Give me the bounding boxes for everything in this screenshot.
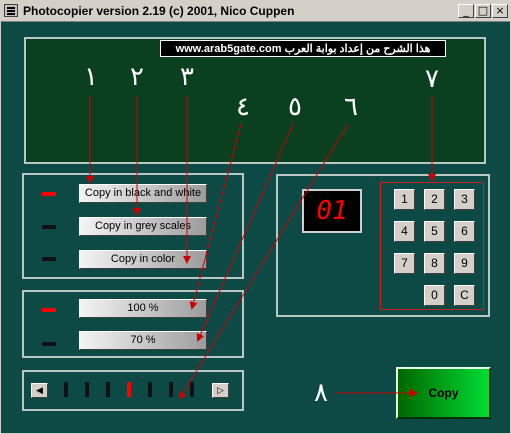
annotation-arrows — [86, 96, 436, 400]
arrow-4 — [189, 123, 242, 310]
arrow-6 — [178, 123, 349, 400]
